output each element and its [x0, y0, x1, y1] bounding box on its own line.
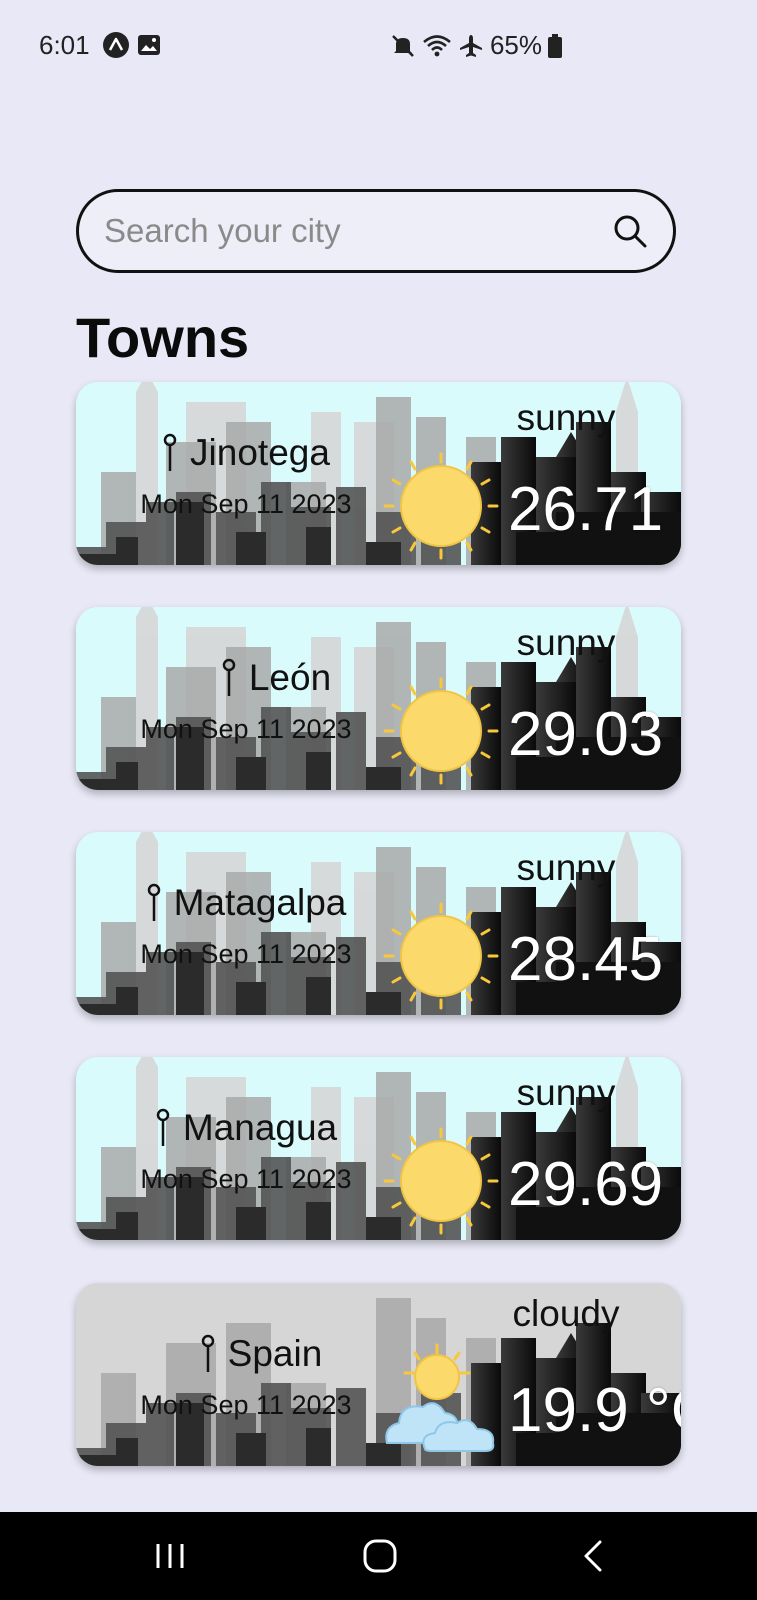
- location-pin-icon: [163, 433, 177, 471]
- search-input[interactable]: [104, 192, 584, 270]
- weather-condition: sunny: [516, 847, 616, 888]
- location-pin-icon: [147, 883, 160, 921]
- town-name: Matagalpa: [173, 882, 347, 923]
- status-bar: 6:01 65%: [0, 0, 757, 92]
- town-name: Spain: [227, 1333, 323, 1374]
- status-notification-icons: [103, 32, 161, 58]
- town-date: Mon Sep 11 2023: [140, 1390, 352, 1420]
- system-navigation-bar: [0, 1512, 757, 1600]
- search-icon[interactable]: [612, 213, 648, 249]
- temperature: 26.71: [508, 475, 664, 544]
- location-pin-icon: [201, 1334, 214, 1372]
- town-card[interactable]: León Mon Sep 11 2023 sunny 29.03: [76, 607, 681, 790]
- temperature: 19.9 °C: [508, 1376, 681, 1445]
- weather-condition: cloudy: [512, 1293, 620, 1334]
- weather-condition: sunny: [516, 397, 616, 438]
- town-date: Mon Sep 11 2023: [140, 489, 352, 519]
- status-time: 6:01: [39, 30, 90, 60]
- sun-icon: [383, 902, 499, 1010]
- town-name: León: [248, 657, 332, 698]
- weather-condition: sunny: [516, 622, 616, 663]
- mute-icon: [392, 34, 414, 57]
- town-card[interactable]: Managua Mon Sep 11 2023 sunny 29.69: [76, 1057, 681, 1240]
- expo-icon: [103, 32, 129, 58]
- temperature: 28.45: [508, 925, 664, 994]
- temperature: 29.69: [508, 1150, 664, 1219]
- back-icon[interactable]: [572, 1534, 616, 1578]
- recent-apps-icon[interactable]: [148, 1534, 192, 1578]
- wifi-icon: [423, 34, 451, 56]
- town-card[interactable]: Jinotega Mon Sep 11 2023 sunny 26.71: [76, 382, 681, 565]
- town-card[interactable]: Matagalpa Mon Sep 11 2023 sunny 28.45: [76, 832, 681, 1015]
- sun-icon: [383, 677, 499, 785]
- temperature: 29.03: [508, 700, 664, 769]
- weather-condition: sunny: [516, 1072, 616, 1113]
- town-date: Mon Sep 11 2023: [140, 939, 352, 969]
- battery-icon: [548, 33, 562, 58]
- airplane-mode-icon: [459, 34, 482, 57]
- image-icon: [138, 35, 160, 55]
- status-system-icons: 65%: [390, 30, 562, 61]
- town-name: Managua: [182, 1107, 338, 1148]
- home-icon[interactable]: [358, 1534, 402, 1578]
- search-bar: [76, 189, 676, 273]
- location-pin-icon: [156, 1108, 170, 1146]
- town-name: Jinotega: [190, 432, 330, 473]
- sun-cloud-icon: [385, 1343, 495, 1452]
- battery-percentage: 65%: [489, 30, 542, 60]
- sun-icon: [383, 452, 499, 560]
- town-date: Mon Sep 11 2023: [140, 1164, 352, 1194]
- page-title: Towns: [76, 306, 250, 369]
- sun-icon: [383, 1127, 499, 1235]
- town-card[interactable]: Spain Mon Sep 11 2023 cloudy 19.9 °C: [76, 1283, 681, 1466]
- location-pin-icon: [222, 658, 236, 696]
- town-date: Mon Sep 11 2023: [140, 714, 352, 744]
